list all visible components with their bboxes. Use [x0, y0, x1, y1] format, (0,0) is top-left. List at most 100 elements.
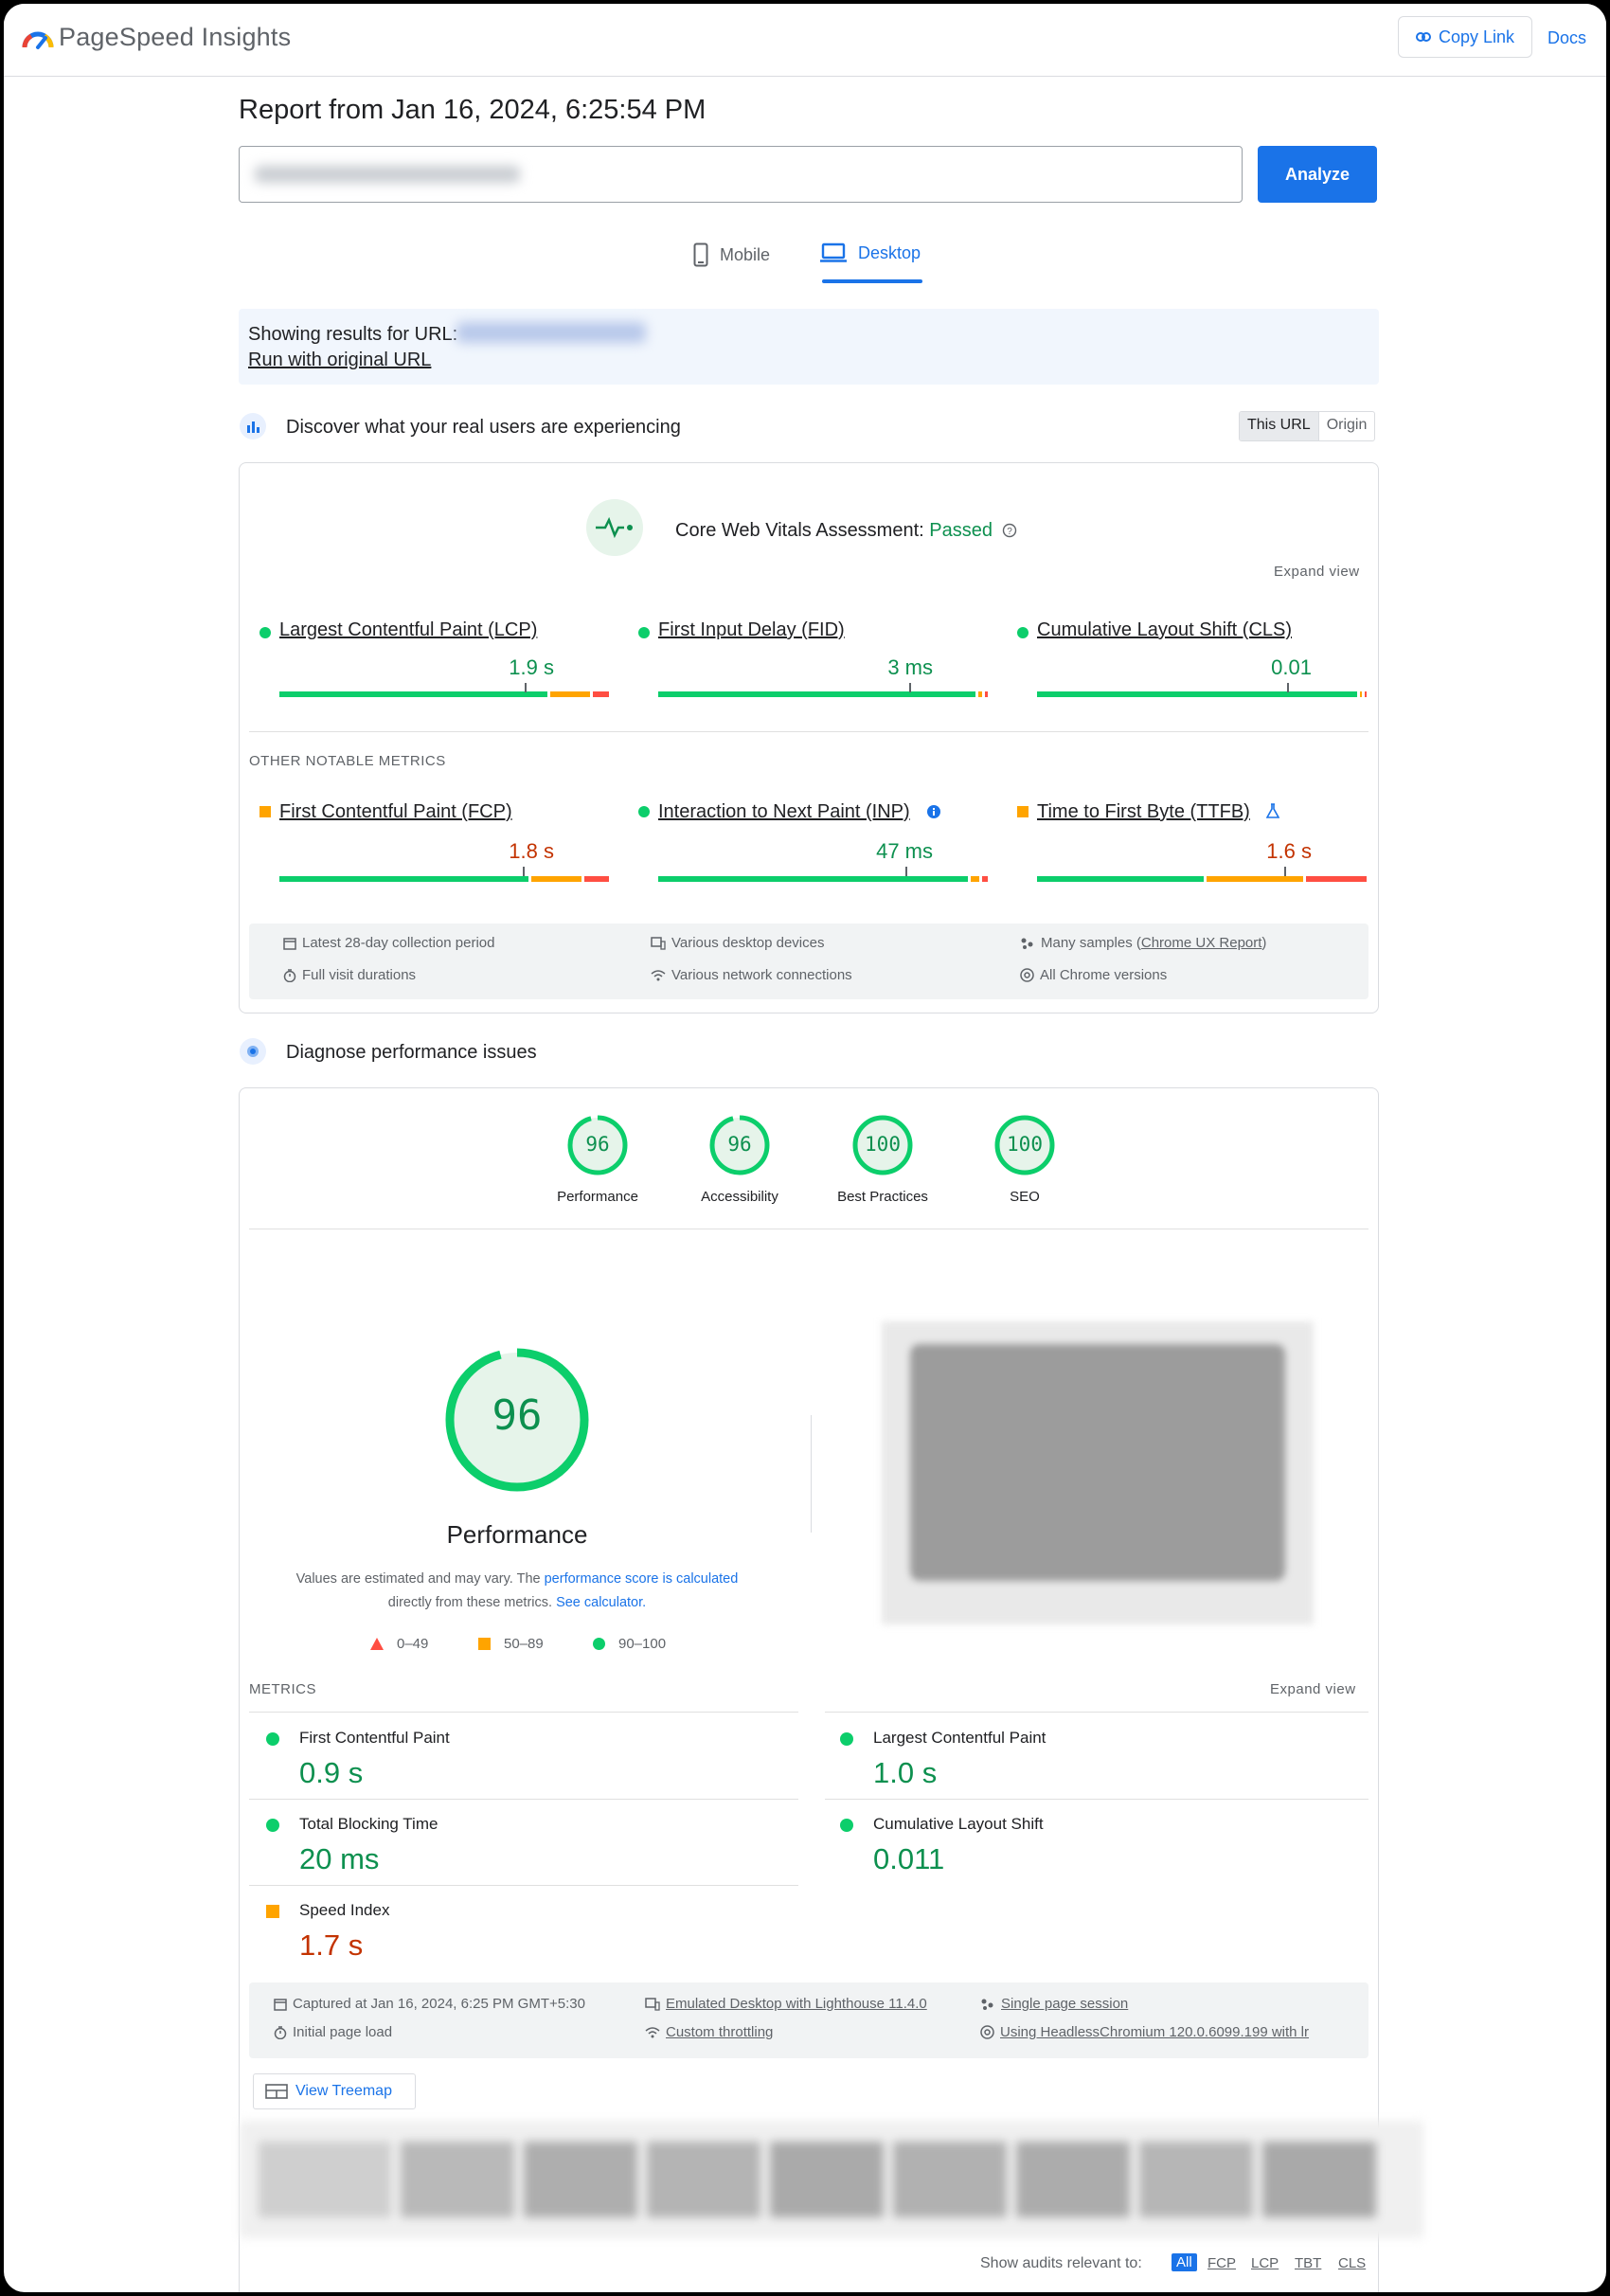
copy-link-button[interactable]: Copy Link	[1398, 16, 1532, 58]
analyze-button[interactable]: Analyze	[1258, 146, 1377, 203]
metrics-divider	[825, 1799, 1368, 1800]
ttfb-value: 1.6 s	[1266, 839, 1312, 863]
lcp-metric-link[interactable]: Largest Contentful Paint (LCP)	[279, 619, 537, 641]
chrome-ux-report-link[interactable]: Chrome UX Report	[1141, 935, 1262, 951]
filter-lcp[interactable]: LCP	[1251, 2255, 1279, 2271]
info-icon[interactable]	[926, 804, 941, 819]
lab-tbt-value: 20 ms	[299, 1842, 380, 1875]
chrome-icon	[1020, 968, 1034, 982]
lcp-marker	[525, 683, 527, 692]
help-icon[interactable]: ?	[1002, 523, 1017, 538]
ttfb-metric-link[interactable]: Time to First Byte (TTFB)	[1037, 801, 1250, 823]
performance-main-score: 96	[492, 1391, 543, 1440]
inp-marker	[905, 867, 907, 876]
seo-score: 100	[1007, 1133, 1043, 1156]
lab-fcp-name: First Contentful Paint	[299, 1729, 450, 1747]
filter-fcp[interactable]: FCP	[1208, 2255, 1236, 2271]
timer-icon	[283, 968, 296, 982]
ttfb-distribution-bar	[1037, 876, 1367, 882]
lab-tbt-name: Total Blocking Time	[299, 1815, 438, 1833]
fcp-marker	[523, 867, 525, 876]
average-square-icon	[478, 1638, 491, 1650]
users-data-icon	[240, 413, 266, 439]
status-average-icon	[1017, 806, 1029, 817]
legend-good-text: 90–100	[618, 1636, 667, 1652]
wifi-icon	[651, 969, 666, 980]
metrics-divider	[249, 1885, 798, 1886]
tab-desktop[interactable]: Desktop	[820, 242, 921, 263]
fid-value: 3 ms	[887, 655, 933, 679]
view-treemap-label: View Treemap	[295, 2083, 392, 2099]
fid-distribution-bar	[658, 691, 989, 697]
emulated-desktop-link[interactable]: Emulated Desktop with Lighthouse 11.4.0	[666, 1996, 927, 2012]
cls-value: 0.01	[1271, 655, 1312, 679]
cls-metric-link[interactable]: Cumulative Layout Shift (CLS)	[1037, 619, 1292, 641]
lab-si-value: 1.7 s	[299, 1928, 364, 1962]
docs-link[interactable]: Docs	[1547, 28, 1586, 48]
view-treemap-button[interactable]: View Treemap	[253, 2073, 416, 2109]
lcp-value: 1.9 s	[509, 655, 554, 679]
score-calculated-link[interactable]: performance score is calculated	[545, 1571, 739, 1587]
tab-mobile[interactable]: Mobile	[693, 242, 770, 267]
metrics-divider	[249, 1799, 798, 1800]
desktop-devices-text: Various desktop devices	[671, 935, 825, 951]
run-original-url-link[interactable]: Run with original URL	[248, 350, 431, 371]
headless-chromium-link[interactable]: Using HeadlessChromium 120.0.6099.199 wi…	[1000, 2024, 1309, 2040]
blurred-url	[255, 166, 520, 183]
score-note-text-1: Values are estimated and may vary. The	[295, 1571, 545, 1587]
poor-triangle-icon	[370, 1638, 384, 1650]
phone-icon	[693, 242, 708, 267]
inp-metric-link[interactable]: Interaction to Next Paint (INP)	[658, 801, 910, 823]
url-input[interactable]	[239, 146, 1243, 203]
other-metrics-label: OTHER NOTABLE METRICS	[249, 753, 446, 769]
samples-suffix: )	[1261, 935, 1267, 951]
section-divider	[249, 731, 1368, 732]
blurred-result-url	[456, 322, 646, 343]
devices-icon	[645, 1997, 660, 2011]
metrics-label: METRICS	[249, 1681, 316, 1697]
field-data-heading: Discover what your real users are experi…	[286, 417, 681, 438]
pagespeed-logo-icon	[22, 31, 54, 49]
status-good-icon	[266, 1732, 279, 1746]
status-good-icon	[1017, 627, 1029, 638]
best-practices-label: Best Practices	[837, 1189, 928, 1205]
captured-at-text: Captured at Jan 16, 2024, 6:25 PM GMT+5:…	[293, 1996, 585, 2012]
url-origin-toggle: This URL Origin	[1239, 411, 1376, 441]
legend-poor-text: 0–49	[397, 1636, 429, 1652]
samples-dots-icon	[1021, 938, 1033, 949]
legend-good: 90–100	[593, 1636, 666, 1652]
diagnose-icon	[240, 1038, 266, 1065]
fcp-metric-link[interactable]: First Contentful Paint (FCP)	[279, 801, 512, 823]
status-good-icon	[259, 627, 271, 638]
accessibility-score: 96	[727, 1133, 752, 1156]
session-dots-icon	[981, 1999, 993, 2010]
filter-cls[interactable]: CLS	[1338, 2255, 1366, 2271]
metrics-divider	[825, 1712, 1368, 1713]
this-url-toggle[interactable]: This URL	[1240, 412, 1318, 440]
custom-throttling-link[interactable]: Custom throttling	[666, 2024, 773, 2040]
metrics-divider	[249, 1712, 798, 1713]
top-bar: PageSpeed Insights Copy Link Docs	[4, 4, 1606, 77]
filter-tbt[interactable]: TBT	[1295, 2255, 1321, 2271]
single-page-session-link[interactable]: Single page session	[1001, 1996, 1128, 2012]
score-note: Values are estimated and may vary. The p…	[271, 1568, 763, 1615]
lab-expand-view[interactable]: Expand view	[1270, 1681, 1356, 1697]
status-good-icon	[638, 806, 650, 817]
calendar-icon	[283, 937, 296, 950]
svg-text:?: ?	[1007, 527, 1012, 537]
lab-lcp-name: Largest Contentful Paint	[873, 1729, 1046, 1747]
origin-toggle[interactable]: Origin	[1317, 412, 1375, 440]
vertical-divider	[811, 1415, 812, 1533]
legend-poor: 0–49	[370, 1636, 428, 1652]
laptop-icon	[820, 242, 847, 262]
collection-period: Latest 28-day collection period	[283, 935, 494, 951]
fid-metric-link[interactable]: First Input Delay (FID)	[658, 619, 845, 641]
filter-all[interactable]: All	[1172, 2253, 1197, 2271]
cwv-assessment-label: Core Web Vitals Assessment:	[675, 520, 924, 541]
blurred-filmstrip	[240, 2121, 1423, 2238]
see-calculator-link[interactable]: See calculator.	[556, 1595, 646, 1610]
best-practices-score: 100	[865, 1133, 901, 1156]
field-expand-view[interactable]: Expand view	[1274, 564, 1360, 580]
custom-throttling: Custom throttling	[645, 2024, 773, 2040]
network-connections-text: Various network connections	[671, 967, 852, 983]
